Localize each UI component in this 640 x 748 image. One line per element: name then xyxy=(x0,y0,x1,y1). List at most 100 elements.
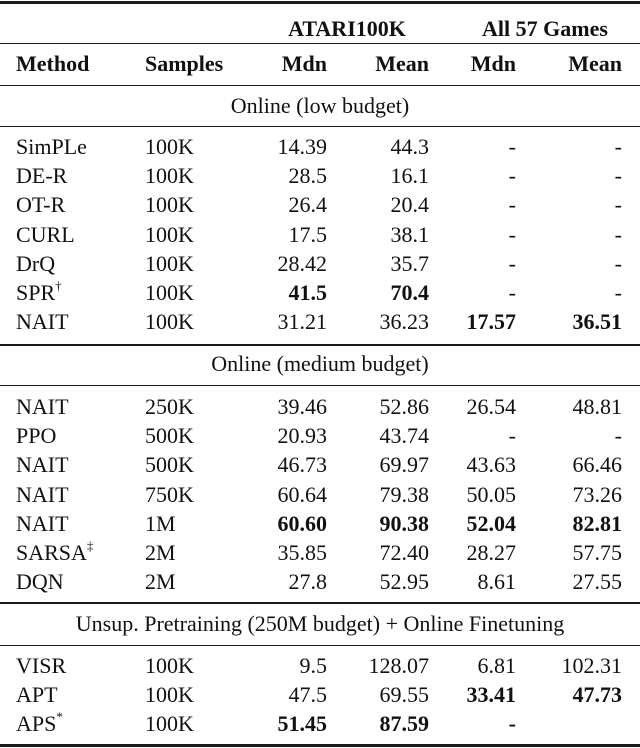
cell-method: VISR xyxy=(16,652,66,680)
col-header-atari-mean: Mean xyxy=(375,51,429,76)
cell-atari-mdn: 51.45 xyxy=(277,711,328,737)
cell-atari-mdn: 20.93 xyxy=(277,423,328,449)
cell-all57-mdn: 33.41 xyxy=(466,682,517,708)
cell-all57-mdn: - xyxy=(508,134,516,159)
cell-atari-mean: 16.1 xyxy=(390,163,430,189)
cell-atari-mdn: 60.60 xyxy=(277,510,328,536)
col-header-samples: Samples xyxy=(145,51,224,76)
cell-all57-mean: 47.73 xyxy=(572,682,623,708)
cell-samples: 100K xyxy=(145,653,194,678)
table-row: DQN 2M 27.8 52.95 8.61 27.55 xyxy=(0,568,640,596)
cell-atari-mdn: 27.8 xyxy=(288,569,328,595)
section-rule xyxy=(0,126,640,127)
cell-atari-mdn: 47.5 xyxy=(288,682,328,708)
cell-atari-mean: 128.07 xyxy=(368,653,430,678)
table-row: DrQ 100K 28.42 35.7 - - xyxy=(0,250,640,278)
cell-all57-mdn: - xyxy=(508,280,516,305)
method-name: APT xyxy=(16,682,58,708)
table-row: NAIT 500K 46.73 69.97 43.63 66.46 xyxy=(0,451,640,479)
column-header-row: Method Samples Mdn Mean Mdn Mean xyxy=(0,50,640,78)
cell-method: DE-R xyxy=(16,162,67,190)
col-header-atari-mdn: Mdn xyxy=(281,51,327,76)
table-row: SPR† 100K 41.5 70.4 - - xyxy=(0,279,640,307)
cell-all57-mean: - xyxy=(614,423,622,449)
table-row: CURL 100K 17.5 38.1 - - xyxy=(0,221,640,249)
method-name: CURL xyxy=(16,221,75,247)
cell-method: NAIT xyxy=(16,510,69,538)
section-title: Online (low budget) xyxy=(230,93,410,118)
cell-atari-mean: 72.40 xyxy=(379,540,430,565)
cell-atari-mean: 87.59 xyxy=(379,711,430,737)
cell-all57-mean: - xyxy=(614,163,622,189)
table-row: APT 100K 47.5 69.55 33.41 47.73 xyxy=(0,681,640,709)
cell-method: APT xyxy=(16,681,58,709)
cell-all57-mean: - xyxy=(614,250,622,276)
cell-atari-mean: 52.86 xyxy=(379,394,430,419)
section-end-rule xyxy=(0,602,640,604)
footnote-marker: * xyxy=(56,709,63,725)
cell-all57-mean: - xyxy=(614,280,622,305)
cell-samples: 250K xyxy=(145,394,194,419)
section-title: Unsup. Pretraining (250M budget) + Onlin… xyxy=(75,611,565,636)
method-name: DrQ xyxy=(16,250,56,276)
cell-method: OT-R xyxy=(16,191,65,219)
method-name: SARSA xyxy=(16,540,87,565)
table-row: NAIT 1M 60.60 90.38 52.04 82.81 xyxy=(0,510,640,538)
cell-method: PPO xyxy=(16,422,56,450)
cell-method: APS* xyxy=(16,710,63,738)
cell-atari-mean: 70.4 xyxy=(390,280,430,305)
cell-all57-mdn: - xyxy=(508,423,516,449)
cell-samples: 1M xyxy=(145,510,176,536)
cell-samples: 500K xyxy=(145,452,194,478)
section-end-rule xyxy=(0,344,640,346)
cell-atari-mdn: 28.42 xyxy=(277,250,328,276)
cell-atari-mean: 36.23 xyxy=(379,309,430,335)
method-name: NAIT xyxy=(16,452,69,478)
method-name: NAIT xyxy=(16,510,69,536)
cell-atari-mdn: 35.85 xyxy=(277,540,328,565)
cell-atari-mdn: 28.5 xyxy=(288,163,328,189)
cell-atari-mdn: 46.73 xyxy=(277,452,328,478)
cell-samples: 100K xyxy=(145,163,194,189)
cell-all57-mdn: 26.54 xyxy=(466,394,517,419)
method-name: DQN xyxy=(16,569,64,595)
table-row: DE-R 100K 28.5 16.1 - - xyxy=(0,162,640,190)
cell-all57-mdn: - xyxy=(508,250,516,276)
cell-samples: 750K xyxy=(145,481,194,507)
cell-all57-mdn: 28.27 xyxy=(466,540,517,565)
cell-all57-mdn: 8.61 xyxy=(477,569,517,595)
table-row: APS* 100K 51.45 87.59 - xyxy=(0,710,640,738)
cell-method: SARSA‡ xyxy=(16,539,93,567)
cell-method: SimPLe xyxy=(16,133,87,161)
cell-method: NAIT xyxy=(16,393,69,421)
cell-atari-mean: 90.38 xyxy=(379,510,430,536)
cell-atari-mdn: 60.64 xyxy=(277,481,328,507)
cell-all57-mean: - xyxy=(614,221,622,247)
cell-all57-mdn: 17.57 xyxy=(466,309,517,335)
cell-atari-mean: 35.7 xyxy=(390,250,430,276)
table-row: NAIT 100K 31.21 36.23 17.57 36.51 xyxy=(0,308,640,336)
cell-atari-mdn: 31.21 xyxy=(277,309,328,335)
cell-atari-mean: 44.3 xyxy=(390,134,430,159)
footnote-marker: ‡ xyxy=(86,537,94,553)
table-row: OT-R 100K 26.4 20.4 - - xyxy=(0,191,640,219)
cell-atari-mean: 69.55 xyxy=(379,682,430,708)
cell-all57-mdn: - xyxy=(508,163,516,189)
cell-all57-mdn: - xyxy=(508,221,516,247)
col-header-all57-mdn: Mdn xyxy=(470,51,516,76)
cell-samples: 100K xyxy=(145,309,194,335)
method-name: NAIT xyxy=(16,394,69,419)
cell-method: NAIT xyxy=(16,481,69,509)
column-header-rule xyxy=(0,85,640,86)
cell-samples: 100K xyxy=(145,250,194,276)
cell-samples: 500K xyxy=(145,423,194,449)
col-header-all57-mean: Mean xyxy=(568,51,622,76)
cell-samples: 2M xyxy=(145,540,176,565)
cell-samples: 100K xyxy=(145,134,194,159)
cell-atari-mdn: 14.39 xyxy=(277,134,328,159)
cell-atari-mean: 52.95 xyxy=(379,569,430,595)
cell-method: DQN xyxy=(16,568,64,596)
section-rule xyxy=(0,645,640,646)
group-header-all57: All 57 Games xyxy=(482,16,608,41)
cell-all57-mean: - xyxy=(614,192,622,218)
